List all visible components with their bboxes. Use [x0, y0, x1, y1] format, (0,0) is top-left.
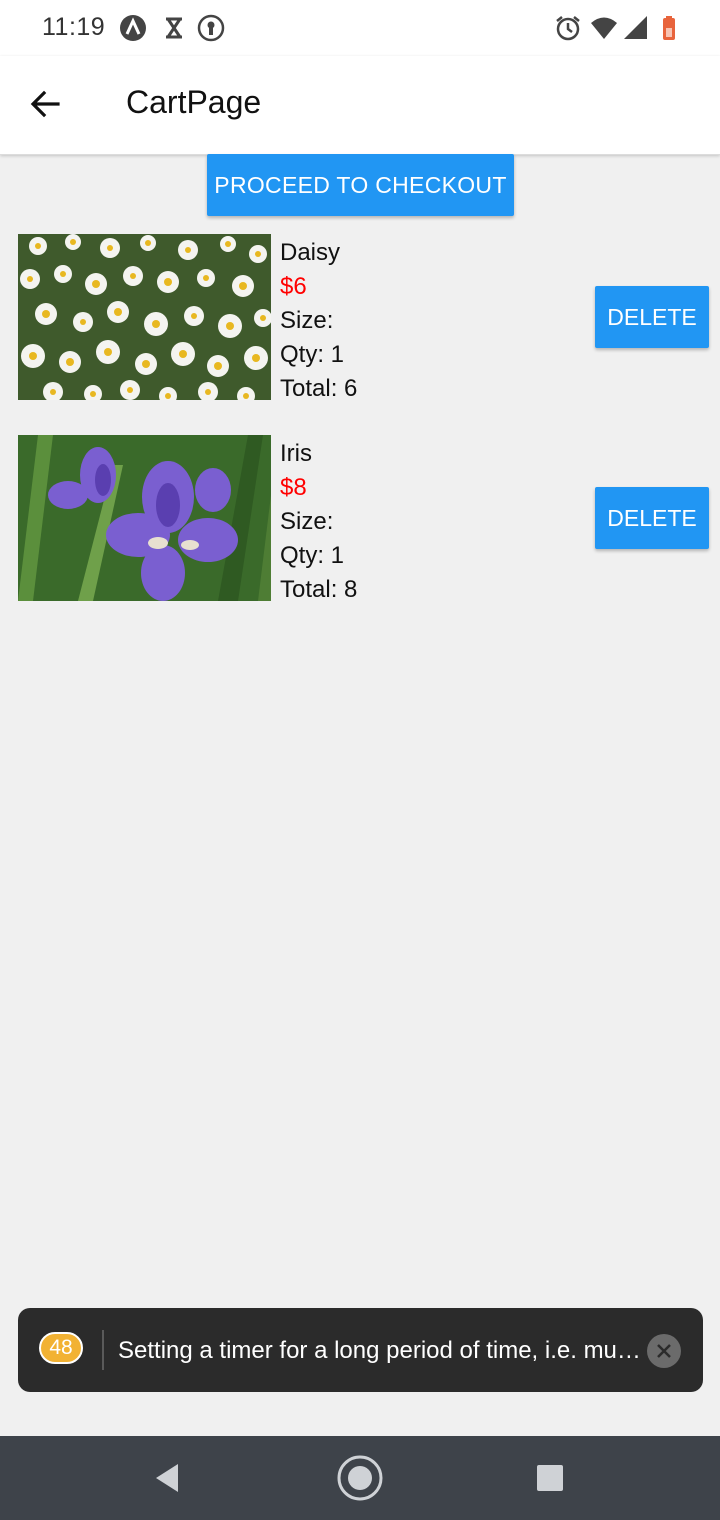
item-name: Iris: [280, 440, 312, 467]
cart-item: Iris $8 Size: Qty: 1 Total: 8 DELETE: [0, 435, 720, 603]
item-size: Size:: [280, 508, 334, 535]
close-icon[interactable]: [647, 1334, 681, 1368]
item-qty: Qty: 1: [280, 341, 345, 368]
toast-divider: [102, 1330, 104, 1370]
item-price: $8: [280, 474, 307, 501]
system-nav-bar: [0, 1436, 720, 1520]
daisy-photo: [18, 234, 271, 400]
recents-icon[interactable]: [526, 1454, 574, 1502]
item-price: $6: [280, 273, 307, 300]
item-qty: Qty: 1: [280, 542, 345, 569]
react-native-icon: [119, 14, 147, 42]
warning-count-badge: 48: [39, 1332, 83, 1364]
alarm-icon: [554, 14, 582, 42]
item-total: Total: 8: [280, 576, 358, 603]
status-time: 11:19: [42, 13, 106, 41]
cart-item: Daisy $6 Size: Qty: 1 Total: 6 DELETE: [0, 234, 720, 402]
keyhole-icon: [197, 14, 225, 42]
home-icon[interactable]: [336, 1454, 384, 1502]
page-title: CartPage: [126, 84, 262, 120]
item-total: Total: 6: [280, 375, 358, 402]
item-details: Iris $8 Size: Qty: 1 Total: 8: [280, 437, 357, 607]
iris-photo: [18, 435, 271, 601]
cell-signal-icon: [622, 14, 650, 42]
hourglass-icon: [160, 14, 188, 42]
item-details: Daisy $6 Size: Qty: 1 Total: 6: [280, 236, 357, 406]
delete-button[interactable]: DELETE: [595, 487, 709, 549]
item-name: Daisy: [280, 239, 341, 266]
back-arrow-icon[interactable]: [24, 82, 68, 126]
proceed-to-checkout-button[interactable]: PROCEED TO CHECKOUT: [207, 154, 514, 216]
back-icon[interactable]: [144, 1454, 192, 1502]
battery-icon: [658, 14, 686, 42]
toast-message[interactable]: Setting a timer for a long period of tim…: [118, 1337, 643, 1365]
app-bar: CartPage: [0, 56, 720, 155]
wifi-icon: [590, 14, 618, 42]
item-size: Size:: [280, 307, 334, 334]
warning-toast[interactable]: 48 Setting a timer for a long period of …: [18, 1308, 703, 1392]
delete-button[interactable]: DELETE: [595, 286, 709, 348]
status-bar: 11:19: [0, 0, 720, 56]
